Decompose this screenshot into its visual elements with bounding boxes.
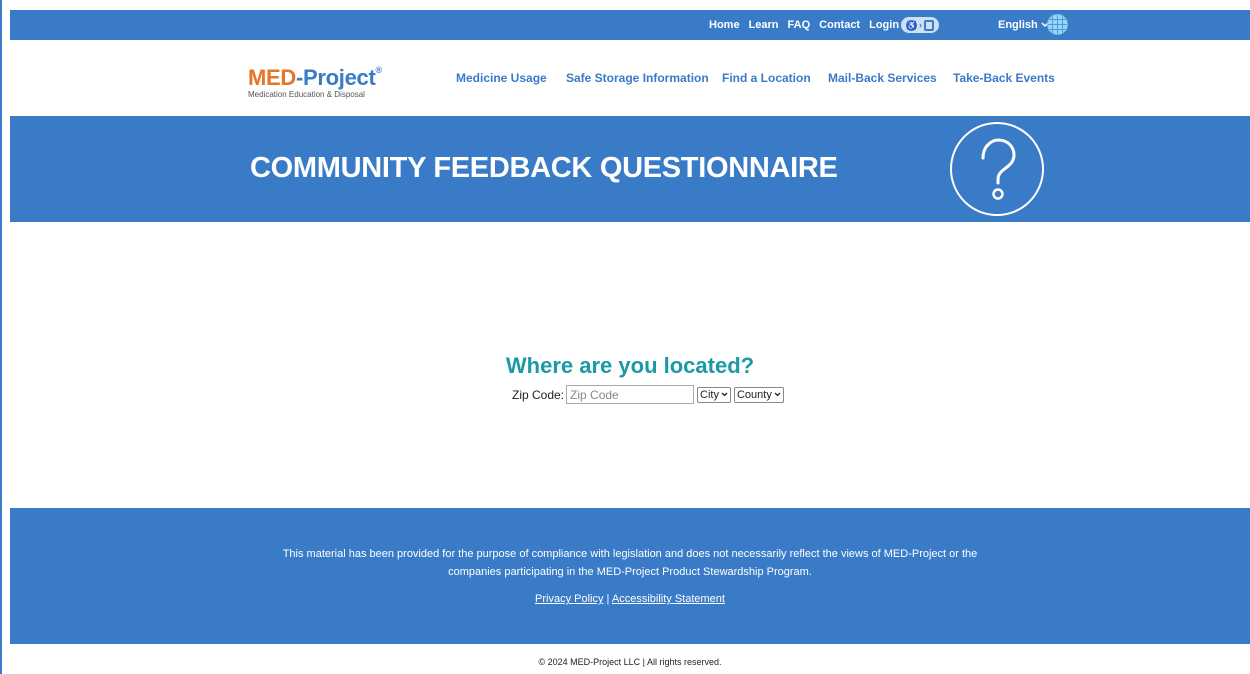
home-link[interactable]: Home (709, 19, 740, 31)
location-heading: Where are you located? (505, 353, 755, 378)
zip-code-label: Zip Code: (512, 387, 565, 402)
privacy-policy-link[interactable]: Privacy Policy (535, 593, 603, 605)
language-label: English (998, 19, 1038, 31)
city-select-label: City (700, 388, 719, 401)
logo-wordmark: MED-Project® (248, 59, 382, 89)
contact-link[interactable]: Contact (819, 19, 860, 31)
nav-take-back-events[interactable]: Take-Back Events (953, 71, 1055, 85)
registered-mark: ® (375, 65, 383, 75)
login-link[interactable]: Login (869, 19, 899, 31)
globe-icon[interactable] (1047, 14, 1068, 35)
site-header: MED-Project® Medication Education & Disp… (10, 40, 1250, 116)
chevron-down-icon (774, 392, 781, 397)
utility-links: Home Learn FAQ Contact Login (709, 19, 899, 31)
accessibility-statement-link[interactable]: Accessibility Statement (612, 593, 725, 605)
nav-safe-storage[interactable]: Safe Storage Information (566, 71, 709, 85)
page-title: COMMUNITY FEEDBACK QUESTIONNAIRE (250, 152, 838, 184)
location-form: Zip Code: City County (512, 385, 784, 404)
question-mark-icon (950, 122, 1044, 216)
nav-find-location[interactable]: Find a Location (722, 71, 811, 85)
logo[interactable]: MED-Project® Medication Education & Disp… (248, 59, 382, 99)
arrow-icon: › (919, 20, 922, 30)
faq-link[interactable]: FAQ (788, 19, 811, 31)
footer-separator: | (606, 593, 610, 605)
main-content: Where are you located? Zip Code: City Co… (10, 222, 1250, 508)
top-utility-bar: Home Learn FAQ Contact Login ♿ › English (10, 10, 1250, 40)
county-select[interactable]: County (733, 386, 784, 403)
left-border (0, 0, 2, 674)
copyright: © 2024 MED-Project LLC | All rights rese… (538, 657, 722, 667)
chevron-down-icon (721, 392, 728, 397)
screen-icon (924, 19, 934, 31)
logo-med: MED (248, 65, 296, 90)
disclaimer: This material has been provided for the … (10, 545, 1250, 581)
logo-tagline: Medication Education & Disposal (248, 90, 365, 99)
site-footer: This material has been provided for the … (10, 508, 1250, 644)
nav-mail-back[interactable]: Mail-Back Services (828, 71, 937, 85)
logo-project: -Project (296, 65, 376, 90)
city-select[interactable]: City (697, 386, 731, 403)
wheelchair-icon: ♿ (906, 19, 917, 31)
disclaimer-line-2: companies participating in the MED-Proje… (448, 566, 812, 578)
learn-link[interactable]: Learn (749, 19, 779, 31)
county-select-label: County (736, 388, 772, 401)
accessibility-toggle[interactable]: ♿ › (901, 17, 939, 33)
zip-code-input[interactable] (566, 385, 695, 404)
nav-medicine-usage[interactable]: Medicine Usage (456, 71, 547, 85)
disclaimer-line-1: This material has been provided for the … (282, 548, 978, 560)
footer-links: Privacy Policy | Accessibility Statement (10, 593, 1250, 605)
hero-banner: COMMUNITY FEEDBACK QUESTIONNAIRE (10, 116, 1250, 222)
language-selector[interactable]: English (998, 19, 1049, 31)
